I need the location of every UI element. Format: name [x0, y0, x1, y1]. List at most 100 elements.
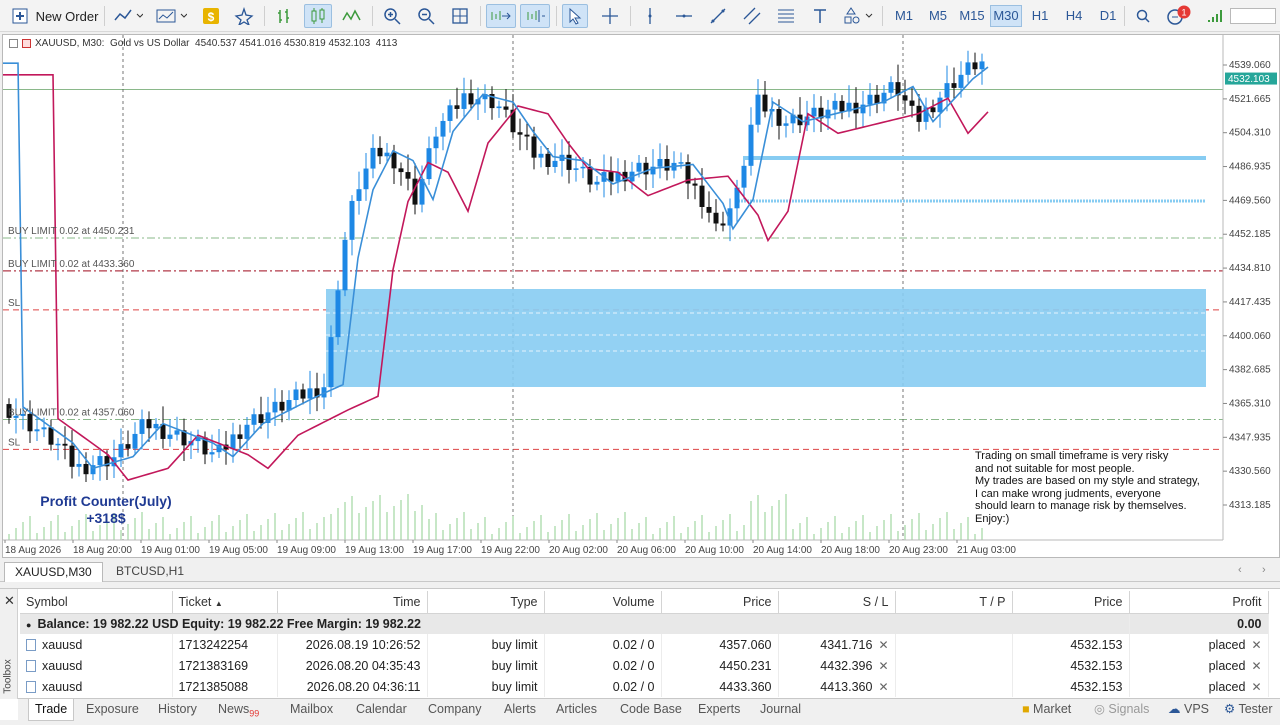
timeframe-m1[interactable]: M1: [888, 5, 920, 27]
autoscroll-icon[interactable]: [486, 4, 516, 28]
col-tp[interactable]: T / P: [895, 591, 1013, 614]
tab-calendar[interactable]: Calendar: [356, 699, 407, 721]
tab-scroll-right-icon[interactable]: ›: [1262, 564, 1266, 576]
tab-scroll-left-icon[interactable]: ‹: [1238, 564, 1242, 576]
signal-icon[interactable]: [1204, 4, 1226, 28]
cell-sl[interactable]: 4413.360 ✕: [778, 676, 896, 697]
trendline-icon[interactable]: [706, 4, 730, 28]
candle-body: [454, 105, 460, 109]
cancel-order-icon[interactable]: ✕: [1251, 680, 1261, 694]
new-order-icon[interactable]: [8, 4, 32, 28]
shapes-icon[interactable]: [840, 4, 876, 28]
candle-body: [825, 109, 831, 119]
fibonacci-icon[interactable]: [774, 4, 798, 28]
tab-btcusd-h1[interactable]: BTCUSD,H1: [106, 562, 194, 582]
algo-trading-icon[interactable]: [232, 4, 256, 28]
zoom-out-icon[interactable]: [414, 4, 438, 28]
horizontal-line-icon[interactable]: [672, 4, 696, 28]
table-row[interactable]: xauusd 1721385088 2026.08.20 04:36:11 bu…: [20, 676, 1269, 697]
col-ticket[interactable]: Ticket ▲: [172, 591, 278, 614]
table-row[interactable]: xauusd 1713242254 2026.08.19 10:26:52 bu…: [20, 634, 1269, 655]
vps-link[interactable]: ☁ VPS: [1168, 699, 1209, 721]
bar-chart-icon[interactable]: [272, 4, 296, 28]
col-profit[interactable]: Profit: [1129, 591, 1269, 614]
tester-link[interactable]: ⚙ Tester: [1224, 699, 1273, 721]
tab-history[interactable]: History: [158, 699, 197, 721]
remove-sl-icon[interactable]: ✕: [878, 659, 888, 673]
candle-body: [832, 100, 838, 110]
signals-link[interactable]: ◎ Signals: [1094, 699, 1149, 721]
vertical-line-icon[interactable]: [638, 4, 662, 28]
tile-windows-icon[interactable]: [448, 4, 472, 28]
cell-volume: 0.02 / 0: [544, 634, 662, 655]
candle-body: [531, 136, 537, 158]
candle-body: [251, 414, 257, 425]
timeframe-m15[interactable]: M15: [956, 5, 988, 27]
col-volume[interactable]: Volume: [544, 591, 662, 614]
tab-company[interactable]: Company: [428, 699, 482, 721]
order-doc-icon: [26, 659, 36, 672]
col-symbol[interactable]: Symbol: [20, 591, 173, 614]
toolbox-tabs: Trade Exposure History News99 Mailbox Ca…: [18, 698, 1280, 721]
cell-sl[interactable]: 4432.396 ✕: [778, 655, 896, 676]
cell-tp[interactable]: [895, 676, 1013, 697]
chart-type-icon[interactable]: [110, 4, 146, 28]
text-tool-icon[interactable]: [808, 4, 832, 28]
price-chart[interactable]: 4539.060 4521.665 4504.310 4486.935 4469.560…: [2, 34, 1280, 558]
candle-body: [580, 166, 586, 169]
templates-icon[interactable]: [152, 4, 190, 28]
table-header-row: Symbol Ticket ▲ Time Type Volume Price S…: [20, 591, 1269, 614]
candle-body: [293, 389, 299, 401]
channel-icon[interactable]: [740, 4, 764, 28]
remove-sl-icon[interactable]: ✕: [878, 638, 888, 652]
cell-tp[interactable]: [895, 634, 1013, 655]
search-input[interactable]: [1230, 8, 1276, 24]
zoom-in-icon[interactable]: [380, 4, 404, 28]
tab-xauusd-m30[interactable]: XAUUSD,M30: [4, 562, 103, 582]
col-current-price[interactable]: Price: [1012, 591, 1130, 614]
crosshair-icon[interactable]: [598, 4, 622, 28]
timeframe-m5[interactable]: M5: [922, 5, 954, 27]
timeframe-d1[interactable]: D1: [1092, 5, 1124, 27]
tab-code-base[interactable]: Code Base: [620, 699, 682, 721]
tab-mailbox[interactable]: Mailbox: [290, 699, 333, 721]
candle-body: [48, 427, 54, 445]
cancel-order-icon[interactable]: ✕: [1251, 638, 1261, 652]
notifications-icon[interactable]: 1: [1164, 4, 1192, 28]
tab-journal[interactable]: Journal: [760, 699, 801, 721]
close-toolbox-icon[interactable]: ✕: [4, 593, 15, 609]
candlestick-icon[interactable]: [304, 4, 332, 28]
profit-text: placed: [1208, 679, 1246, 694]
tab-exposure[interactable]: Exposure: [86, 699, 139, 721]
chart-shift-icon[interactable]: [520, 4, 550, 28]
remove-sl-icon[interactable]: ✕: [878, 680, 888, 694]
col-time[interactable]: Time: [277, 591, 428, 614]
col-type[interactable]: Type: [427, 591, 545, 614]
market-link[interactable]: ■ Market: [1022, 699, 1071, 721]
table-row[interactable]: xauusd 1721383169 2026.08.20 04:35:43 bu…: [20, 655, 1269, 676]
chart-header: XAUUSD, M30: Gold vs US Dollar 4540.537 …: [9, 38, 397, 49]
chart-list-icon[interactable]: [9, 39, 18, 48]
time-tick-label: 18 Aug 2026: [5, 545, 62, 556]
tab-alerts[interactable]: Alerts: [504, 699, 536, 721]
tab-news[interactable]: News99: [218, 699, 259, 721]
timeframe-m30[interactable]: M30: [990, 5, 1022, 27]
candle-body: [538, 153, 544, 158]
dollar-icon[interactable]: $: [200, 4, 222, 28]
cell-sl[interactable]: 4341.716 ✕: [778, 634, 896, 655]
tab-articles[interactable]: Articles: [556, 699, 597, 721]
search-icon[interactable]: [1132, 4, 1154, 28]
order-line-label: BUY LIMIT 0.02 at 4433.360: [8, 259, 135, 270]
col-sl[interactable]: S / L: [778, 591, 896, 614]
tab-experts[interactable]: Experts: [698, 699, 740, 721]
new-order-button[interactable]: New Order: [34, 4, 100, 28]
timeframe-h4[interactable]: H4: [1058, 5, 1090, 27]
chart-settings-icon[interactable]: [22, 39, 31, 48]
col-price[interactable]: Price: [661, 591, 779, 614]
tab-trade[interactable]: Trade: [28, 699, 75, 721]
timeframe-h1[interactable]: H1: [1024, 5, 1056, 27]
cancel-order-icon[interactable]: ✕: [1251, 659, 1261, 673]
cursor-icon[interactable]: [562, 4, 588, 28]
cell-tp[interactable]: [895, 655, 1013, 676]
line-chart-icon[interactable]: [340, 4, 364, 28]
